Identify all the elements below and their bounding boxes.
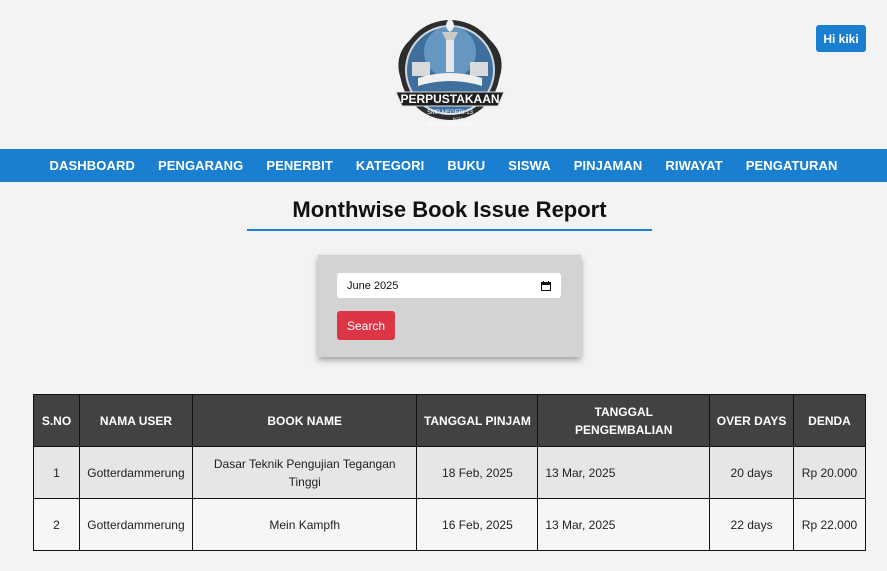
- month-input[interactable]: June 2025: [337, 273, 561, 298]
- cell-book: Mein Kampfh: [191, 498, 418, 551]
- cell-sno: 2: [33, 498, 80, 551]
- cell-denda: Rp 20.000: [793, 446, 866, 499]
- cell-pengembalian: 13 Mar, 2025: [537, 446, 711, 499]
- logo-title-text: PERPUSTAKAAN: [400, 92, 499, 106]
- col-header-user: NAMA USER: [78, 394, 193, 447]
- table-row: 1 Gotterdammerung Dasar Teknik Pengujian…: [33, 446, 866, 499]
- search-panel: June 2025 Search: [318, 255, 581, 357]
- col-header-pinjam: TANGGAL PINJAM: [416, 394, 539, 447]
- nav-pinjaman[interactable]: PINJAMAN: [562, 158, 654, 173]
- cell-denda: Rp 22.000: [793, 498, 866, 551]
- title-underline: [247, 229, 652, 231]
- nav-penerbit[interactable]: PENERBIT: [255, 158, 345, 173]
- cell-pinjam: 16 Feb, 2025: [416, 498, 539, 551]
- cell-user: Gotterdammerung: [78, 498, 193, 551]
- col-header-sno: S.NO: [33, 394, 80, 447]
- user-greeting-button[interactable]: Hi kiki: [816, 25, 866, 52]
- header: PERPUSTAKAAN SMP NEGERI 13 KOTA KOTA MAG…: [0, 0, 887, 149]
- col-header-overdays: OVER DAYS: [709, 394, 794, 447]
- logo-school-text: SMP NEGERI 13: [427, 110, 474, 116]
- nav-riwayat[interactable]: RIWAYAT: [654, 158, 734, 173]
- cell-overdays: 20 days: [709, 446, 794, 499]
- nav-siswa[interactable]: SISWA: [497, 158, 562, 173]
- col-header-book: BOOK NAME: [191, 394, 418, 447]
- nav-kategori[interactable]: KATEGORI: [344, 158, 435, 173]
- nav-pengarang[interactable]: PENGARANG: [146, 158, 254, 173]
- main-navbar: DASHBOARD PENGARANG PENERBIT KATEGORI BU…: [0, 149, 887, 182]
- calendar-icon[interactable]: [541, 280, 551, 291]
- search-button[interactable]: Search: [337, 311, 395, 340]
- cell-pengembalian: 13 Mar, 2025: [537, 498, 711, 551]
- page-title: Monthwise Book Issue Report: [292, 197, 607, 222]
- nav-dashboard[interactable]: DASHBOARD: [38, 158, 146, 173]
- col-header-denda: DENDA: [793, 394, 866, 447]
- col-header-pengembalian: TANGGAL PENGEMBALIAN: [537, 394, 711, 447]
- logo-city-text: KOTA MAGELANG: [427, 122, 474, 128]
- cell-user: Gotterdammerung: [78, 446, 193, 499]
- cell-book: Dasar Teknik Pengujian Tegangan Tinggi: [191, 446, 418, 499]
- library-logo: PERPUSTAKAAN SMP NEGERI 13 KOTA KOTA MAG…: [388, 12, 512, 134]
- table-row: 2 Gotterdammerung Mein Kampfh 16 Feb, 20…: [33, 498, 866, 551]
- month-value: June 2025: [347, 279, 399, 292]
- title-section: Monthwise Book Issue Report: [247, 196, 652, 231]
- logo-kota-text: KOTA: [453, 116, 464, 121]
- nav-buku[interactable]: BUKU: [436, 158, 497, 173]
- cell-pinjam: 18 Feb, 2025: [416, 446, 539, 499]
- table-header-row: S.NO NAMA USER BOOK NAME TANGGAL PINJAM …: [33, 394, 866, 447]
- cell-overdays: 22 days: [709, 498, 794, 551]
- report-table: S.NO NAMA USER BOOK NAME TANGGAL PINJAM …: [33, 394, 866, 551]
- nav-pengaturan[interactable]: PENGATURAN: [734, 158, 849, 173]
- cell-sno: 1: [33, 446, 80, 499]
